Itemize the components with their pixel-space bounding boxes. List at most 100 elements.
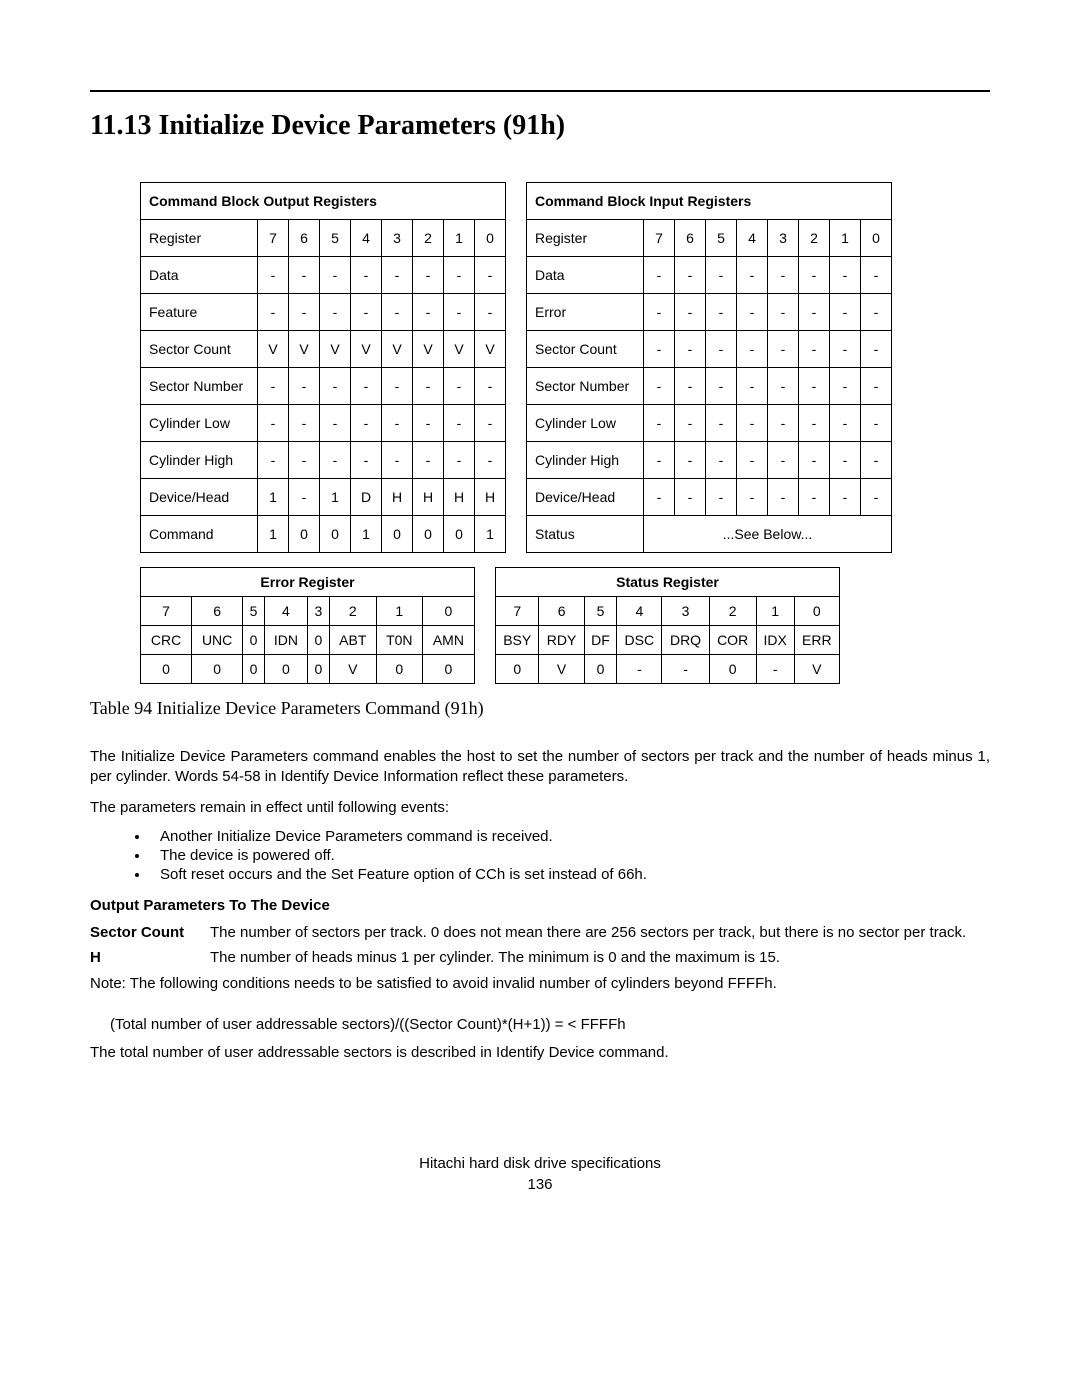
bit-cell: - [444, 442, 475, 479]
bit-header: 0 [475, 220, 506, 257]
param-h: H The number of heads minus 1 per cylind… [90, 949, 990, 966]
input-registers-table: Command Block Input Registers Register 7… [526, 182, 892, 553]
bit-name: IDX [756, 626, 794, 655]
bit-cell: - [861, 368, 892, 405]
table-row: Command10010001 [141, 516, 506, 553]
list-item: Another Initialize Device Parameters com… [150, 828, 990, 845]
bit-cell: 1 [351, 516, 382, 553]
bit-cell: - [320, 442, 351, 479]
bit-cell: - [768, 257, 799, 294]
bit-header: 2 [709, 597, 756, 626]
bit-cell: 1 [475, 516, 506, 553]
bit-cell: - [289, 479, 320, 516]
input-registers-title: Command Block Input Registers [527, 183, 892, 220]
bit-value: - [662, 655, 709, 684]
register-label: Sector Number [141, 368, 258, 405]
table-row: Error-------- [527, 294, 892, 331]
bit-header: 0 [422, 597, 474, 626]
bit-cell: - [475, 405, 506, 442]
param-text: The number of heads minus 1 per cylinder… [210, 949, 990, 966]
bit-cell: - [258, 257, 289, 294]
note-paragraph: Note: The following conditions needs to … [90, 974, 990, 994]
output-params-heading: Output Parameters To The Device [90, 897, 990, 914]
bit-value: 0 [422, 655, 474, 684]
bit-cell: - [444, 368, 475, 405]
bit-name: RDY [539, 626, 584, 655]
bit-cell: 0 [320, 516, 351, 553]
register-label: Data [141, 257, 258, 294]
bit-cell: - [444, 257, 475, 294]
table-caption: Table 94 Initialize Device Parameters Co… [90, 698, 990, 719]
bit-header: 5 [584, 597, 616, 626]
bit-cell: - [737, 405, 768, 442]
bit-cell: V [475, 331, 506, 368]
bit-cell: - [799, 257, 830, 294]
bit-value: 0 [264, 655, 307, 684]
bit-cell: - [351, 442, 382, 479]
bit-header: 7 [644, 220, 675, 257]
bit-header: 3 [382, 220, 413, 257]
bit-cell: - [706, 294, 737, 331]
register-col-label: Register [141, 220, 258, 257]
bit-cell: - [737, 479, 768, 516]
bit-cell: - [675, 442, 706, 479]
bit-value: 0 [141, 655, 192, 684]
param-label: Sector Count [90, 924, 210, 941]
bit-name: BSY [496, 626, 539, 655]
register-label: Cylinder Low [527, 405, 644, 442]
bit-cell: - [675, 479, 706, 516]
bit-cell: - [861, 331, 892, 368]
register-col-label: Register [527, 220, 644, 257]
table-row: Cylinder Low-------- [527, 405, 892, 442]
bit-cell: 1 [320, 479, 351, 516]
param-text: The number of sectors per track. 0 does … [210, 924, 990, 941]
bit-cell: - [861, 405, 892, 442]
bit-name: DRQ [662, 626, 709, 655]
table-row: Sector Number-------- [527, 368, 892, 405]
table-row: Device/Head-------- [527, 479, 892, 516]
bit-cell: - [382, 294, 413, 331]
bit-value: 0 [376, 655, 422, 684]
bit-header: 5 [706, 220, 737, 257]
bit-cell: - [768, 294, 799, 331]
bit-cell: - [475, 442, 506, 479]
bit-cell: - [382, 257, 413, 294]
bit-cell: - [413, 405, 444, 442]
table-row: Data-------- [527, 257, 892, 294]
bit-header: 4 [737, 220, 768, 257]
bit-header: 5 [320, 220, 351, 257]
bit-cell: - [644, 294, 675, 331]
bit-cell: - [706, 479, 737, 516]
bit-name: ABT [329, 626, 376, 655]
bit-name: UNC [192, 626, 243, 655]
bit-cell: - [320, 257, 351, 294]
list-item: The device is powered off. [150, 847, 990, 864]
bit-name: COR [709, 626, 756, 655]
register-label: Feature [141, 294, 258, 331]
bit-cell: - [475, 294, 506, 331]
bit-name: AMN [422, 626, 474, 655]
bullet-list: Another Initialize Device Parameters com… [90, 828, 990, 883]
bit-cell: - [799, 294, 830, 331]
bit-cell: - [644, 479, 675, 516]
bit-cell: - [351, 294, 382, 331]
bit-cell: V [351, 331, 382, 368]
bit-header: 4 [617, 597, 662, 626]
bit-value: V [794, 655, 839, 684]
status-see-below: ...See Below... [644, 516, 892, 553]
bit-cell: - [675, 368, 706, 405]
bit-name: T0N [376, 626, 422, 655]
register-label: Data [527, 257, 644, 294]
bit-cell: - [289, 294, 320, 331]
bit-cell: - [351, 257, 382, 294]
bit-value: 0 [496, 655, 539, 684]
register-label: Cylinder High [527, 442, 644, 479]
bit-name: ERR [794, 626, 839, 655]
bit-cell: - [351, 368, 382, 405]
bit-cell: - [258, 442, 289, 479]
status-register-title: Status Register [496, 568, 840, 597]
bit-name: 0 [243, 626, 265, 655]
bit-cell: - [675, 405, 706, 442]
bit-header: 3 [768, 220, 799, 257]
paragraph: The Initialize Device Parameters command… [90, 747, 990, 788]
